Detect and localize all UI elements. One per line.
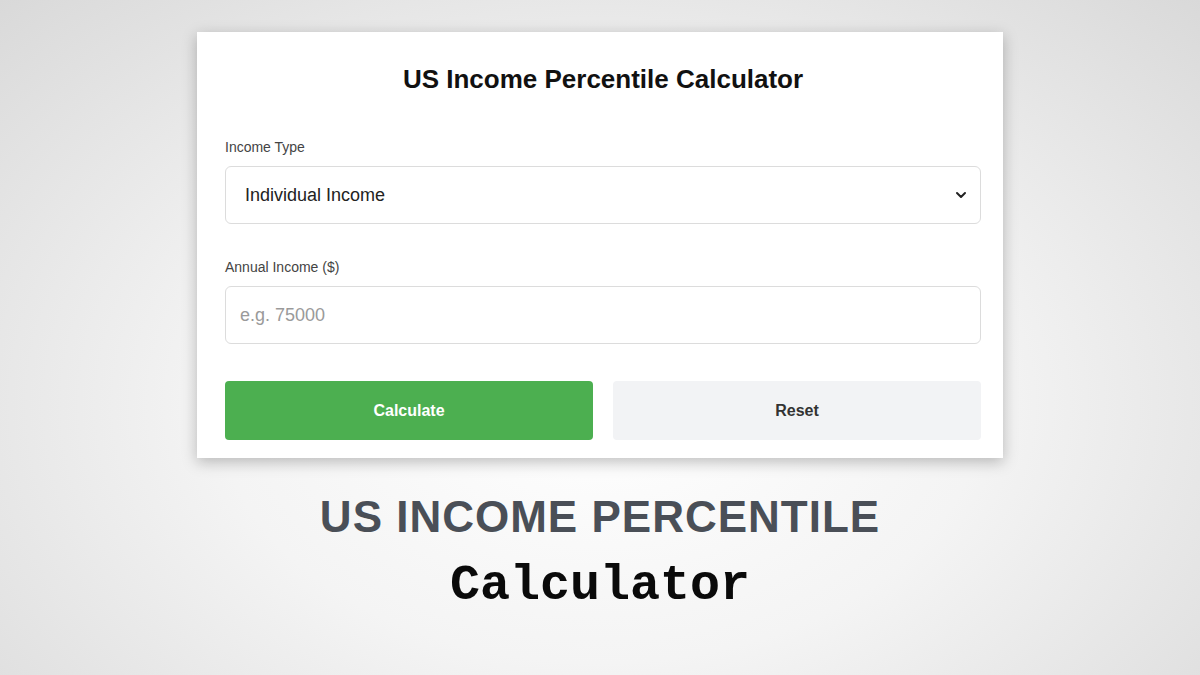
page: US Income Percentile Calculator Income Ty…	[0, 0, 1200, 675]
card-title: US Income Percentile Calculator	[225, 62, 981, 96]
subheadline: Calculator	[450, 557, 750, 615]
chevron-down-icon	[954, 188, 968, 202]
reset-button[interactable]: Reset	[613, 381, 981, 440]
field-label: Income Type	[225, 138, 981, 156]
headline: US INCOME PERCENTILE	[320, 491, 880, 543]
form-field: Annual Income ($)	[225, 258, 981, 344]
calculator-card: US Income Percentile Calculator Income Ty…	[197, 32, 1003, 458]
income-type-select[interactable]: Individual Income	[225, 166, 981, 224]
button-row: Calculate Reset	[225, 381, 981, 440]
annual-income-input[interactable]	[225, 286, 981, 344]
calculate-button[interactable]: Calculate	[225, 381, 593, 440]
field-label: Annual Income ($)	[225, 258, 981, 276]
form-field: Income Type Individual Income	[225, 138, 981, 224]
